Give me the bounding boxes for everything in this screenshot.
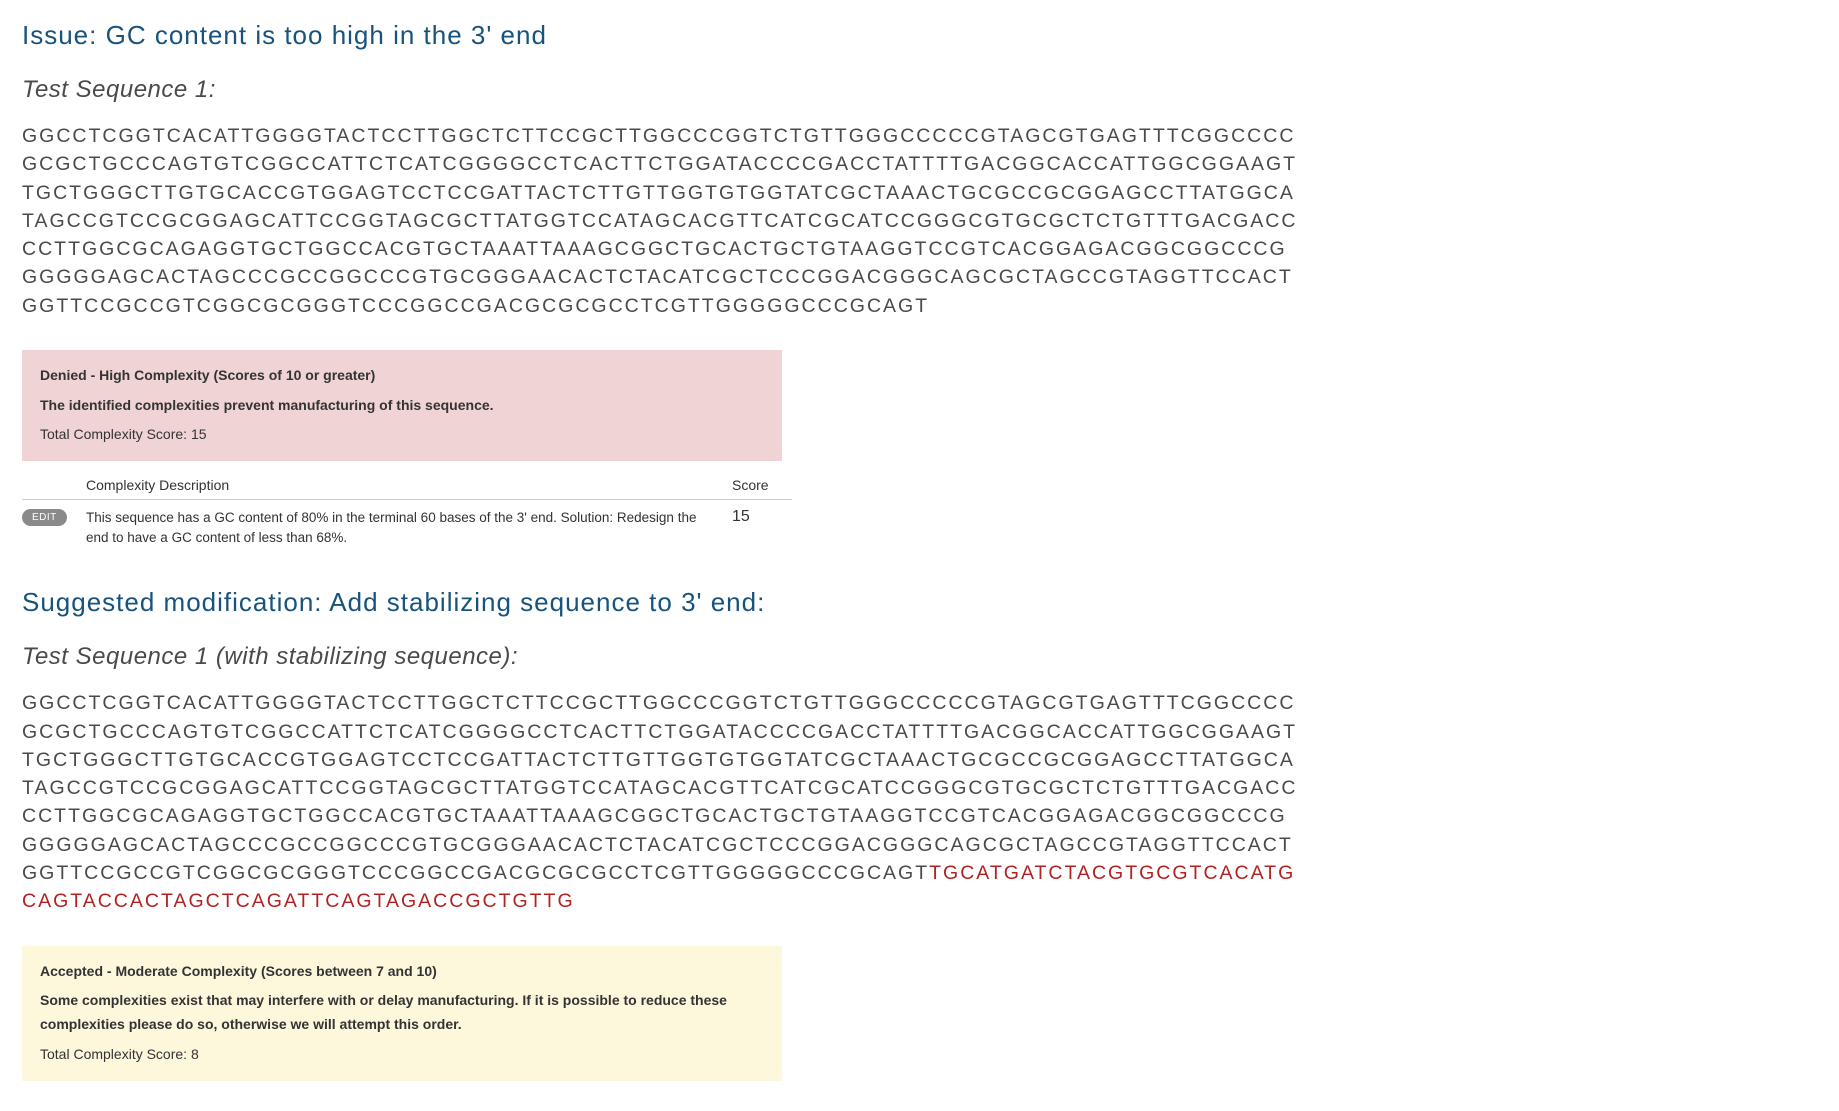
sequence-label-2: Test Sequence 1 (with stabilizing sequen… xyxy=(22,643,1817,671)
sequence-label-1: Test Sequence 1: xyxy=(22,76,1817,104)
complexity-row-desc: This sequence has a GC content of 80% in… xyxy=(86,508,732,547)
sequence-block-1: GGCCTCGGTCACATTGGGGTACTCCTTGGCTCTTCCGCTT… xyxy=(22,122,1302,320)
complexity-data-row: EDIT This sequence has a GC content of 8… xyxy=(22,500,792,547)
complexity-row-score: 15 xyxy=(732,508,792,526)
complexity-table: Complexity Description Score EDIT This s… xyxy=(22,471,792,547)
suggestion-heading: Suggested modification: Add stabilizing … xyxy=(22,587,1817,618)
complexity-header-row: Complexity Description Score xyxy=(22,471,792,500)
col-btn-header xyxy=(22,477,86,493)
denied-title: Denied - High Complexity (Scores of 10 o… xyxy=(40,364,764,388)
col-desc-header: Complexity Description xyxy=(86,477,732,493)
denied-desc: The identified complexities prevent manu… xyxy=(40,394,764,418)
issue-heading: Issue: GC content is too high in the 3' … xyxy=(22,20,1817,51)
edit-button[interactable]: EDIT xyxy=(22,509,67,526)
denied-status-box: Denied - High Complexity (Scores of 10 o… xyxy=(22,350,782,461)
accepted-status-box: Accepted - Moderate Complexity (Scores b… xyxy=(22,946,782,1081)
col-score-header: Score xyxy=(732,477,792,493)
denied-score-line: Total Complexity Score: 15 xyxy=(40,423,764,447)
accepted-title: Accepted - Moderate Complexity (Scores b… xyxy=(40,960,764,984)
sequence-base-text: GGCCTCGGTCACATTGGGGTACTCCTTGGCTCTTCCGCTT… xyxy=(22,692,1297,884)
accepted-desc: Some complexities exist that may interfe… xyxy=(40,989,764,1037)
sequence-block-2: GGCCTCGGTCACATTGGGGTACTCCTTGGCTCTTCCGCTT… xyxy=(22,689,1302,915)
accepted-score-line: Total Complexity Score: 8 xyxy=(40,1043,764,1067)
